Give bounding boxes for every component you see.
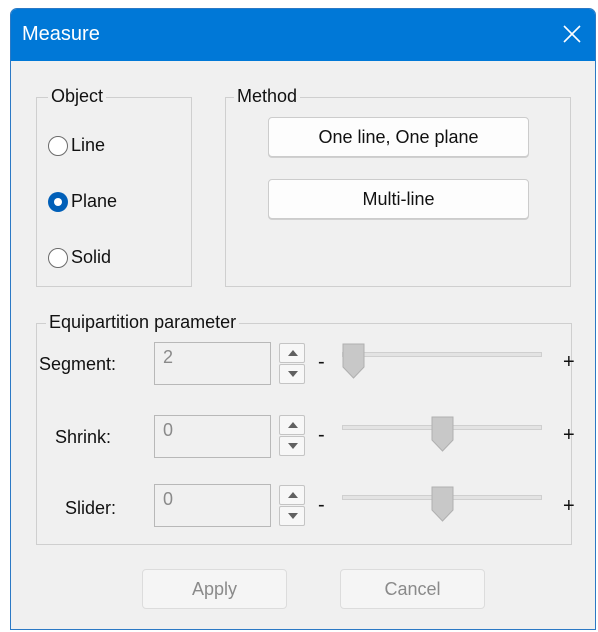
segment-minus: - bbox=[318, 351, 325, 373]
object-group: Object Line Plane Solid bbox=[36, 85, 192, 287]
apply-button[interactable]: Apply bbox=[142, 569, 287, 609]
shrink-minus: - bbox=[318, 424, 325, 446]
slider-spin-up-icon[interactable] bbox=[279, 485, 305, 505]
segment-slider[interactable] bbox=[342, 343, 542, 383]
shrink-label: Shrink: bbox=[55, 427, 112, 447]
radio-plane-indicator[interactable] bbox=[48, 191, 68, 212]
radio-line[interactable]: Line bbox=[48, 135, 105, 156]
radio-solid-label: Solid bbox=[71, 247, 112, 267]
cancel-button[interactable]: Cancel bbox=[340, 569, 485, 609]
shrink-spinner[interactable] bbox=[279, 415, 305, 457]
slider-spinner[interactable] bbox=[279, 485, 305, 527]
window-title: Measure bbox=[22, 23, 100, 45]
one-line-one-plane-button[interactable]: One line, One plane bbox=[268, 117, 529, 157]
slider-slider-thumb[interactable] bbox=[431, 486, 454, 522]
title-bar: Measure bbox=[11, 9, 595, 61]
segment-spin-up-icon[interactable] bbox=[279, 343, 305, 363]
shrink-slider[interactable] bbox=[342, 416, 542, 456]
multi-line-button[interactable]: Multi-line bbox=[268, 179, 529, 219]
slider-label: Slider: bbox=[65, 498, 117, 518]
radio-plane[interactable]: Plane bbox=[48, 191, 117, 212]
shrink-slider-thumb[interactable] bbox=[431, 416, 454, 452]
segment-label: Segment: bbox=[39, 354, 117, 374]
method-group-legend: Method bbox=[234, 85, 301, 107]
close-icon[interactable] bbox=[559, 21, 585, 47]
shrink-spin-up-icon[interactable] bbox=[279, 415, 305, 435]
segment-spin-down-icon[interactable] bbox=[279, 364, 305, 384]
slider-minus: - bbox=[318, 494, 325, 516]
measure-dialog: Measure Object Line Plane Solid Method O… bbox=[10, 8, 596, 630]
radio-plane-label: Plane bbox=[71, 191, 118, 211]
shrink-input[interactable]: 0 bbox=[154, 415, 271, 458]
radio-line-label: Line bbox=[71, 135, 106, 155]
radio-line-indicator[interactable] bbox=[48, 135, 68, 156]
radio-solid[interactable]: Solid bbox=[48, 247, 111, 268]
segment-slider-track bbox=[342, 352, 542, 357]
shrink-plus: + bbox=[563, 424, 575, 446]
radio-solid-indicator[interactable] bbox=[48, 247, 68, 268]
segment-input[interactable]: 2 bbox=[154, 342, 271, 385]
equipartition-group-legend: Equipartition parameter bbox=[46, 311, 240, 333]
slider-plus: + bbox=[563, 495, 575, 517]
segment-plus: + bbox=[563, 351, 575, 373]
slider-slider[interactable] bbox=[342, 486, 542, 526]
segment-slider-thumb[interactable] bbox=[342, 343, 365, 379]
method-group: Method One line, One plane Multi-line bbox=[225, 85, 571, 287]
slider-input[interactable]: 0 bbox=[154, 484, 271, 527]
shrink-spin-down-icon[interactable] bbox=[279, 436, 305, 456]
segment-spinner[interactable] bbox=[279, 343, 305, 385]
slider-spin-down-icon[interactable] bbox=[279, 506, 305, 526]
object-group-legend: Object bbox=[48, 85, 107, 107]
